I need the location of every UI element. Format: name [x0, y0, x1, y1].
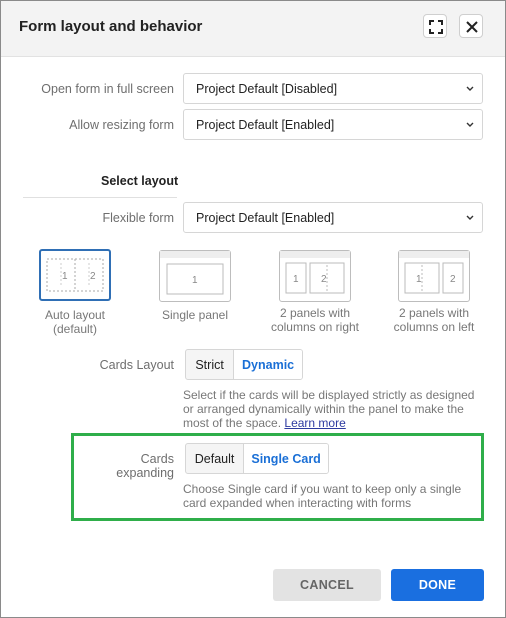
panel-number: 2 — [90, 271, 96, 282]
flexible-form-value: Project Default [Enabled] — [196, 211, 335, 225]
allow-resizing-value: Project Default [Enabled] — [196, 118, 335, 132]
panel-number: 2 — [450, 274, 456, 285]
columns-right-icon: 1 2 — [280, 251, 350, 294]
layout-option-single[interactable]: 1 — [159, 250, 231, 302]
chevron-down-icon — [466, 86, 474, 91]
cancel-button[interactable]: CANCEL — [273, 569, 381, 601]
layout-caption-auto: Auto layout (default) — [44, 308, 106, 336]
cards-expanding-single-card-option[interactable]: Single Card — [243, 444, 328, 473]
dialog-header: Form layout and behavior — [1, 1, 505, 57]
cards-expanding-label: Cards expanding — [116, 452, 174, 480]
form-layout-dialog: Form layout and behavior Open form in fu… — [0, 0, 506, 618]
cards-expanding-help: Choose Single card if you want to keep o… — [183, 482, 462, 510]
panel-number: 2 — [321, 274, 327, 285]
panel-number: 1 — [416, 274, 422, 285]
allow-resizing-label: Allow resizing form — [69, 118, 174, 132]
expand-button[interactable] — [423, 14, 447, 38]
open-full-screen-select[interactable]: Project Default [Disabled] — [183, 73, 483, 104]
auto-layout-icon: 1 2 — [46, 258, 104, 292]
layout-caption-single: Single panel — [161, 308, 229, 322]
columns-left-icon: 1 2 — [399, 251, 469, 294]
panel-number: 1 — [62, 271, 68, 282]
cards-layout-label: Cards Layout — [99, 358, 174, 372]
close-icon — [466, 21, 478, 33]
cards-layout-dynamic-option[interactable]: Dynamic — [233, 350, 302, 379]
flexible-form-select[interactable]: Project Default [Enabled] — [183, 202, 483, 233]
cards-expanding-segmented: Default Single Card — [185, 443, 329, 474]
done-button[interactable]: DONE — [391, 569, 484, 601]
layout-option-columns-left[interactable]: 1 2 — [398, 250, 470, 302]
panel-number: 1 — [192, 275, 198, 286]
expand-icon — [429, 20, 443, 34]
layout-caption-columns-right: 2 panels with columns on right — [270, 306, 360, 334]
open-full-screen-value: Project Default [Disabled] — [196, 82, 338, 96]
learn-more-link[interactable]: Learn more — [284, 416, 345, 430]
panel-number: 1 — [293, 274, 299, 285]
allow-resizing-select[interactable]: Project Default [Enabled] — [183, 109, 483, 140]
close-button[interactable] — [459, 14, 483, 38]
single-panel-icon: 1 — [160, 251, 230, 295]
chevron-down-icon — [466, 122, 474, 127]
select-layout-heading: Select layout — [101, 174, 179, 188]
open-full-screen-label: Open form in full screen — [41, 82, 174, 96]
cards-layout-strict-option[interactable]: Strict — [186, 350, 233, 379]
section-divider — [23, 197, 177, 198]
cards-layout-help: Select if the cards will be displayed st… — [183, 388, 483, 430]
flexible-form-label: Flexible form — [102, 211, 174, 225]
dialog-title: Form layout and behavior — [19, 18, 203, 35]
layout-caption-columns-left: 2 panels with columns on left — [393, 306, 475, 334]
cards-layout-segmented: Strict Dynamic — [185, 349, 303, 380]
layout-option-columns-right[interactable]: 1 2 — [279, 250, 351, 302]
chevron-down-icon — [466, 215, 474, 220]
cards-expanding-default-option[interactable]: Default — [186, 444, 243, 473]
layout-option-auto[interactable]: 1 2 — [39, 249, 111, 301]
